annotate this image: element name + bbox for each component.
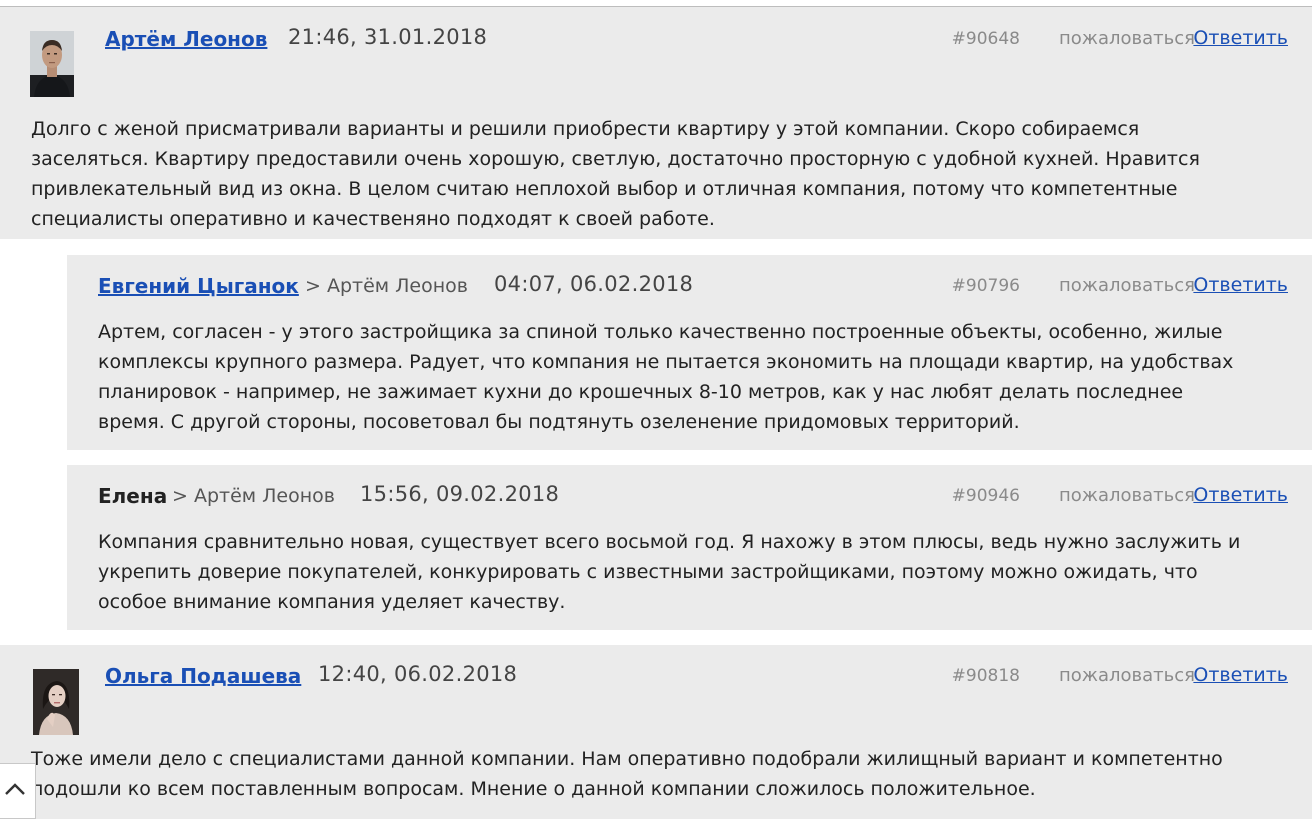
- comment-text-line: Компания сравнительно новая, существует …: [98, 531, 1241, 553]
- author-link[interactable]: Евгений Цыганок: [98, 274, 299, 298]
- comment-text: Долго с женой присматривали варианты и р…: [31, 114, 1200, 234]
- comment-text-line: заселяться. Квартиру предоставили очень …: [31, 148, 1200, 170]
- comment-text-line: планировок - например, не зажимает кухни…: [98, 381, 1184, 403]
- reply-to-label: > Артём Леонов: [305, 275, 468, 297]
- comment-header: Артём Леонов 21:46, 31.01.2018 #90648 по…: [0, 25, 1312, 55]
- comment-text-line: укрепить доверие покупателей, конкуриров…: [98, 561, 1198, 583]
- comment-date: 12:40, 06.02.2018: [318, 662, 518, 686]
- comment-text-line: Долго с женой присматривали варианты и р…: [31, 118, 1140, 140]
- reply-comment: Евгений Цыганок > Артём Леонов 04:07, 06…: [67, 255, 1312, 450]
- comment-text-line: время. С другой стороны, посоветовал бы …: [98, 411, 1020, 433]
- reply-link[interactable]: Ответить: [1193, 664, 1288, 686]
- comment-text-line: Артем, согласен - у этого застройщика за…: [98, 321, 1223, 343]
- author-name: Елена: [98, 484, 168, 508]
- author-link[interactable]: Артём Леонов: [105, 27, 267, 51]
- reply-to-label: > Артём Леонов: [172, 485, 335, 507]
- comment: Артём Леонов 21:46, 31.01.2018 #90648 по…: [0, 7, 1312, 239]
- comment-date: 21:46, 31.01.2018: [288, 25, 488, 49]
- comment-text: Компания сравнительно новая, существует …: [98, 527, 1240, 617]
- top-divider: [0, 0, 1312, 7]
- comment-text: Тоже имели дело с специалистами данной к…: [31, 744, 1223, 804]
- comment-header: Ольга Подашева 12:40, 06.02.2018 #90818 …: [0, 662, 1312, 692]
- comment-id[interactable]: #90796: [952, 276, 1020, 296]
- scroll-to-top-button[interactable]: [0, 763, 36, 819]
- comment-header: Евгений Цыганок > Артём Леонов 04:07, 06…: [67, 272, 1312, 302]
- reply-link[interactable]: Ответить: [1193, 274, 1288, 296]
- complain-link[interactable]: пожаловаться: [1059, 665, 1195, 686]
- complain-link[interactable]: пожаловаться: [1059, 275, 1195, 296]
- author-link[interactable]: Ольга Подашева: [105, 664, 301, 688]
- complain-link[interactable]: пожаловаться: [1059, 28, 1195, 49]
- comment-text: Артем, согласен - у этого застройщика за…: [98, 317, 1233, 437]
- comment-id[interactable]: #90818: [952, 666, 1020, 686]
- comment-id[interactable]: #90648: [952, 29, 1020, 49]
- comment-id[interactable]: #90946: [952, 486, 1020, 506]
- comment-text-line: привлекательный вид из окна. В целом счи…: [31, 178, 1178, 200]
- comment: Ольга Подашева 12:40, 06.02.2018 #90818 …: [0, 645, 1312, 819]
- reply-link[interactable]: Ответить: [1193, 27, 1288, 49]
- reply-link[interactable]: Ответить: [1193, 484, 1288, 506]
- reply-comment: Елена > Артём Леонов 15:56, 09.02.2018 #…: [67, 465, 1312, 630]
- complain-link[interactable]: пожаловаться: [1059, 485, 1195, 506]
- comment-text-line: особое внимание компания уделяет качеств…: [98, 591, 566, 613]
- comment-text-line: специалисты оперативно и качественяно по…: [31, 208, 715, 230]
- comment-date: 04:07, 06.02.2018: [494, 272, 694, 296]
- comment-text-line: подошли ко всем поставленным вопросам. М…: [31, 778, 1036, 800]
- comment-text-line: комплексы крупного размера. Радует, что …: [98, 351, 1234, 373]
- comments-page: Артём Леонов 21:46, 31.01.2018 #90648 по…: [0, 0, 1312, 819]
- comment-date: 15:56, 09.02.2018: [360, 482, 560, 506]
- comment-header: Елена > Артём Леонов 15:56, 09.02.2018 #…: [67, 482, 1312, 512]
- comment-text-line: Тоже имели дело с специалистами данной к…: [31, 748, 1223, 770]
